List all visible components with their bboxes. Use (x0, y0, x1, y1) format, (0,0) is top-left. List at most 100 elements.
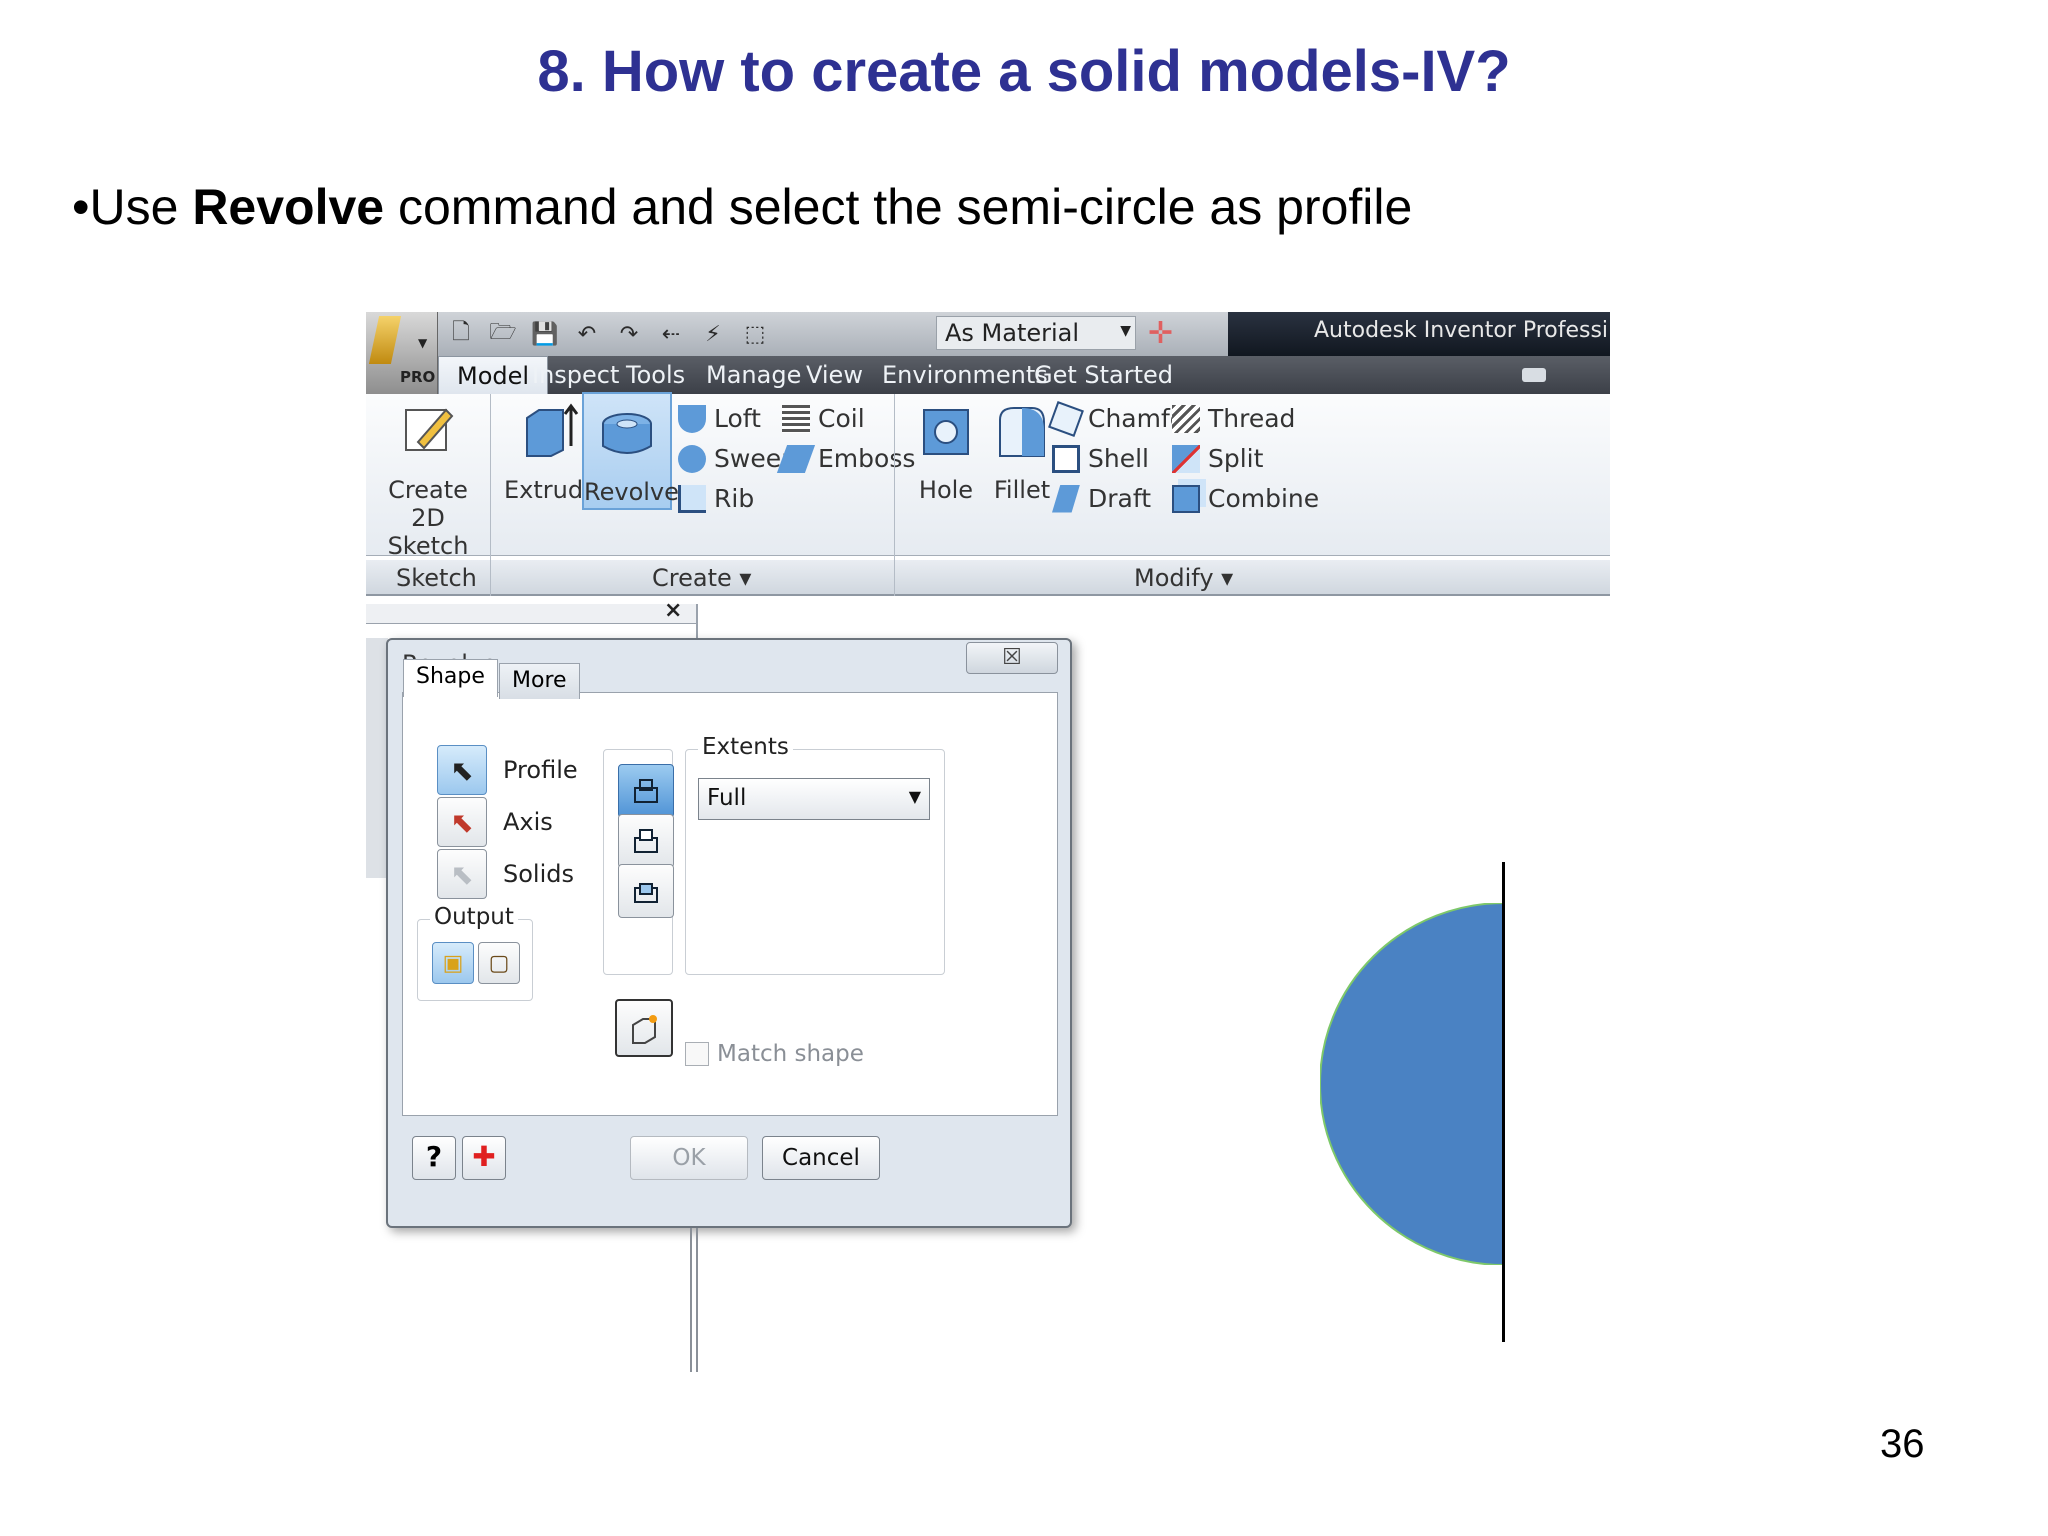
split-label: Split (1208, 444, 1264, 473)
chamfer-icon (1048, 400, 1084, 437)
draft-icon (1052, 484, 1080, 513)
intersect-icon (634, 883, 658, 903)
axis-selector[interactable]: ⬉ Axis (437, 797, 553, 847)
panel-modify[interactable]: Modify ▾ (1134, 560, 1233, 596)
semicircle-shape[interactable] (1320, 903, 1504, 1265)
shell-button[interactable]: Shell (1052, 444, 1149, 473)
extents-label: Extents (698, 734, 793, 760)
semicircle-profile[interactable] (1320, 903, 1504, 1265)
combine-button[interactable]: Combine (1172, 484, 1319, 513)
dialog-close-button[interactable]: ☒ (966, 642, 1058, 674)
create-2d-sketch-button[interactable]: Create 2D Sketch (374, 400, 482, 560)
solids-selector[interactable]: ⬉ Solids (437, 849, 574, 899)
draft-label: Draft (1088, 484, 1152, 513)
save-icon[interactable]: 💾 (530, 322, 560, 347)
browser-edge (366, 638, 388, 878)
shell-label: Shell (1088, 444, 1149, 473)
join-operation-icon[interactable] (618, 764, 674, 818)
redo-icon[interactable]: ↷ (614, 322, 644, 347)
extrude-icon (526, 403, 579, 457)
draft-button[interactable]: Draft (1052, 484, 1151, 513)
help-button[interactable]: ? (412, 1136, 456, 1180)
tab-more[interactable]: More (499, 663, 580, 699)
hole-button[interactable]: Hole (904, 400, 988, 504)
revolve-icon (602, 413, 652, 454)
bullet-text: •Use Revolve command and select the semi… (72, 178, 1412, 236)
loft-button[interactable]: Loft (678, 404, 761, 433)
surface-output-icon[interactable]: ▢ (478, 942, 520, 984)
shell-icon (1052, 444, 1080, 473)
appearance-value: As Material (945, 319, 1080, 347)
pro-badge: PRO (400, 368, 436, 386)
match-shape-label: Match shape (717, 1041, 864, 1067)
revolve-button[interactable]: Revolve (582, 392, 679, 510)
ok-button[interactable]: OK (630, 1136, 748, 1180)
sketch-pencil-icon (405, 408, 454, 451)
checkbox-icon[interactable] (685, 1042, 709, 1066)
dialog-content: Shape More ⬉ Profile ⬉ Axis ⬉ Solids Out… (402, 659, 1058, 1116)
tab-get-started[interactable]: Get Started (1034, 356, 1173, 394)
undo-icon[interactable]: ↶ (572, 322, 602, 347)
bullet-prefix: •Use (72, 179, 193, 235)
solid-output-icon[interactable]: ▣ (432, 942, 474, 984)
ribbon-tab-bar: Model Inspect Tools Manage View Environm… (438, 356, 1610, 394)
loft-icon (678, 404, 706, 433)
pointer-icon[interactable]: ⬉ (437, 745, 487, 795)
close-icon[interactable]: × (664, 598, 682, 623)
bullet-bold: Revolve (192, 179, 385, 235)
chevron-down-icon: ▼ (418, 336, 428, 350)
add-button[interactable]: ✚ (462, 1136, 506, 1180)
tab-inspect[interactable]: Inspect (532, 356, 619, 394)
combine-label: Combine (1208, 484, 1320, 513)
extents-value: Full (707, 785, 747, 811)
tab-view[interactable]: View (806, 356, 863, 394)
output-label: Output (430, 904, 518, 930)
coil-icon (782, 404, 810, 433)
update-icon[interactable]: ⚡ (698, 322, 728, 347)
pointer-icon[interactable]: ⬉ (437, 797, 487, 847)
new-icon[interactable]: 🗋 (446, 315, 476, 353)
tab-tools[interactable]: Tools (626, 356, 685, 394)
select-icon[interactable]: ⬚ (740, 322, 770, 347)
emboss-button[interactable]: Emboss (776, 444, 916, 473)
solids-label: Solids (503, 860, 574, 888)
revolve-axis-line[interactable] (1502, 862, 1505, 1342)
profile-selector[interactable]: ⬉ Profile (437, 745, 578, 795)
hole-label: Hole (918, 476, 974, 504)
coil-label: Coil (818, 404, 865, 433)
join-icon (634, 779, 658, 803)
extrude-button[interactable]: Extrude (504, 400, 598, 504)
extents-dropdown[interactable]: Full ▼ (698, 778, 930, 820)
return-icon[interactable]: ⇠ (656, 322, 686, 347)
canvas-edge-lines (690, 1228, 698, 1372)
coil-button[interactable]: Coil (782, 404, 865, 433)
open-icon[interactable]: 🗁 (488, 315, 518, 353)
match-shape-checkbox[interactable]: Match shape (685, 1041, 864, 1067)
rib-button[interactable]: Rib (678, 484, 754, 513)
new-solid-icon[interactable] (615, 999, 673, 1057)
hole-icon (923, 409, 969, 455)
sketch-label-2: 2D Sketch (387, 504, 469, 560)
tab-shape[interactable]: Shape (403, 659, 498, 697)
tab-menu-toggle[interactable] (1522, 368, 1546, 382)
revolve-dialog: Revolve ☒ Shape More ⬉ Profile ⬉ Axis ⬉ … (386, 638, 1072, 1228)
application-button[interactable]: ▼ PRO (366, 312, 438, 394)
extrude-label: Extrude (504, 476, 598, 504)
tab-manage[interactable]: Manage (706, 356, 801, 394)
revolve-label: Revolve (584, 478, 679, 506)
pointer-icon[interactable]: ⬉ (437, 849, 487, 899)
crosshair-icon[interactable]: ✛ (1148, 316, 1173, 351)
intersect-operation-icon[interactable] (618, 864, 674, 918)
emboss-label: Emboss (818, 444, 916, 473)
cancel-button[interactable]: Cancel (762, 1136, 880, 1180)
panel-sketch[interactable]: Sketch (396, 560, 477, 596)
cut-operation-icon[interactable] (618, 814, 674, 868)
split-button[interactable]: Split (1172, 444, 1263, 473)
profile-label: Profile (503, 756, 578, 784)
thread-button[interactable]: Thread (1172, 404, 1295, 433)
tab-environments[interactable]: Environments (882, 356, 1048, 394)
emboss-icon (776, 444, 816, 473)
appearance-dropdown[interactable]: As Material ▼ (936, 316, 1136, 350)
ribbon-panel-labels: Sketch Create ▾ Modify ▾ (366, 560, 1610, 596)
panel-create[interactable]: Create ▾ (652, 560, 751, 596)
